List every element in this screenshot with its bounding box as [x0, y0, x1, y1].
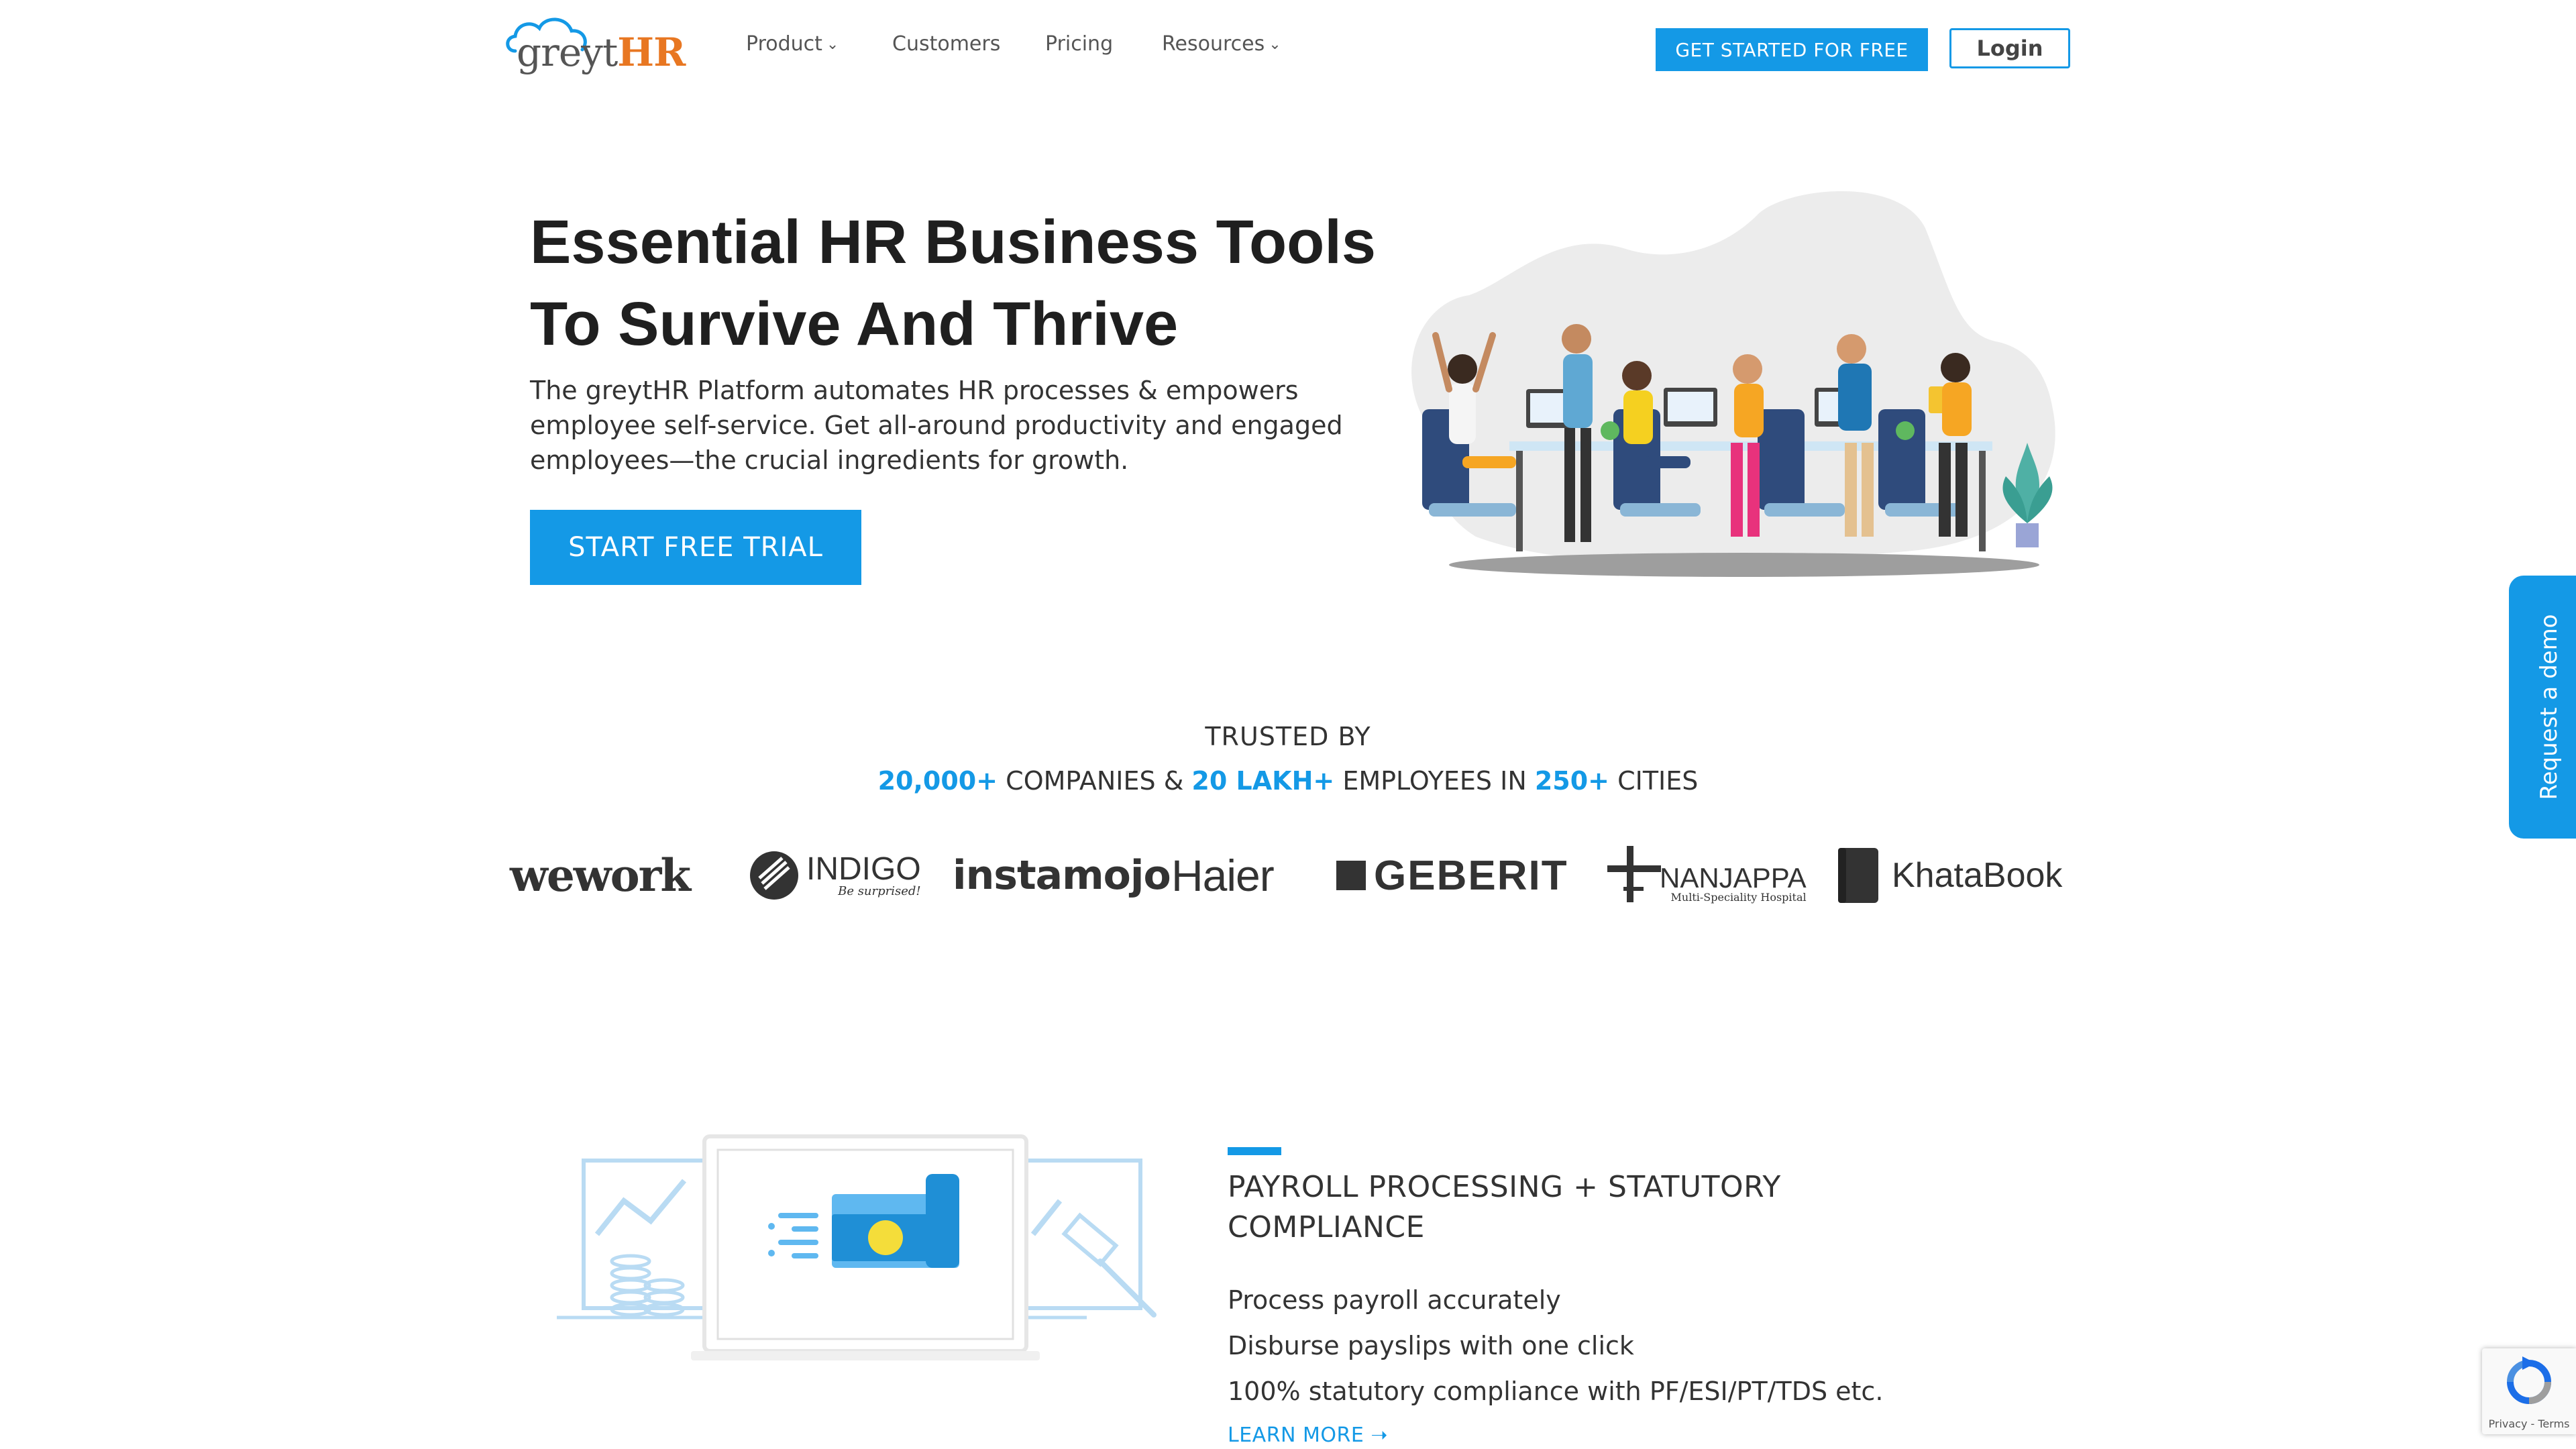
square-icon [1336, 861, 1366, 890]
hero-description: The greytHR Platform automates HR proces… [530, 376, 1343, 475]
greythr-logo[interactable]: greytHR [502, 11, 686, 80]
nav-label: Product [746, 32, 822, 56]
book-icon [1838, 848, 1878, 903]
companies-label: COMPANIES & [998, 766, 1192, 796]
feature-list-item: Disburse payslips with one click [1228, 1331, 1634, 1360]
nav-label: Customers [892, 32, 1001, 56]
learn-more-link[interactable]: LEARN MORE ➝ [1228, 1424, 1388, 1447]
indigo-logo-subtext: Be surprised! [838, 884, 921, 898]
khatabook-logo: KhataBook [1835, 832, 2062, 919]
trusted-stats: 20,000+ COMPANIES & 20 LAKH+ EMPLOYEES I… [0, 766, 2576, 796]
request-demo-tab[interactable]: Request a demo [2509, 576, 2576, 839]
indigo-emblem-icon [750, 851, 798, 900]
recaptcha-badge[interactable]: Privacy - Terms [2482, 1348, 2576, 1434]
companies-count: 20,000+ [877, 766, 998, 796]
logo-text-hr: HR [617, 30, 686, 75]
recaptcha-footer: Privacy - Terms [2488, 1417, 2570, 1430]
instamojo-logo: instamojo [953, 832, 1171, 919]
start-free-trial-button[interactable]: START FREE TRIAL [530, 510, 861, 585]
indigo-logo: INDIGO Be surprised! [749, 832, 921, 919]
feature-title: PAYROLL PROCESSING + STATUTORY COMPLIANC… [1228, 1170, 1781, 1244]
logo-wordmark: greytHR [517, 30, 686, 75]
feature-accent-bar [1228, 1147, 1281, 1155]
hospital-cross-icon [1607, 846, 1661, 902]
feature-list: Process payroll accurately Disburse pays… [1228, 1277, 1966, 1414]
feature-list-item: 100% statutory compliance with PF/ESI/PT… [1228, 1377, 1884, 1406]
nav-label: Pricing [1045, 32, 1114, 56]
nav-item-pricing[interactable]: Pricing [1045, 32, 1113, 56]
recaptcha-icon [2507, 1356, 2551, 1404]
hero-title: Essential HR Business Tools To Survive A… [530, 201, 1402, 365]
geberit-logo-text: GEBERIT [1374, 852, 1568, 899]
cities-count: 250+ [1534, 766, 1610, 796]
team-meeting-illustration [1411, 191, 2055, 577]
haier-logo-text: Haier [1171, 851, 1275, 900]
wework-logo-text: wework [510, 849, 691, 902]
employees-count: 20 LAKH+ [1191, 766, 1335, 796]
nav-label: Resources [1162, 32, 1265, 56]
nav-item-product[interactable]: Product ⌄ [746, 32, 839, 56]
haier-logo: Haier [1171, 832, 1275, 919]
nanjappa-logo: NANJAPPA Multi-Speciality Hospital [1603, 832, 1807, 919]
get-started-button[interactable]: GET STARTED FOR FREE [1656, 28, 1928, 71]
nanjappa-wordmark: NANJAPPA Multi-Speciality Hospital [1660, 848, 1807, 903]
indigo-wordmark: INDIGO Be surprised! [806, 853, 921, 898]
employees-label: EMPLOYEES IN [1334, 766, 1535, 796]
page: greytHR Product ⌄ Customers Pricing Resou… [0, 0, 2576, 1449]
trusted-heading: TRUSTED BY [1205, 722, 1371, 751]
hero-title-line2: To Survive And Thrive [530, 290, 1179, 358]
login-button[interactable]: Login [1949, 28, 2070, 68]
wework-logo: wework [510, 832, 691, 919]
instamojo-logo-text: instamojo [953, 852, 1171, 899]
client-logos: wework INDIGO Be surprised! instamojo Ha… [510, 832, 2080, 919]
geberit-logo: GEBERIT [1336, 832, 1568, 919]
chevron-down-icon: ⌄ [826, 36, 839, 53]
khatabook-logo-text: KhataBook [1892, 856, 2063, 895]
logo-text-greyt: greyt [517, 30, 618, 75]
indigo-logo-text: INDIGO [806, 851, 921, 887]
nanjappa-logo-subtext: Multi-Speciality Hospital [1670, 891, 1807, 904]
payroll-illustration [557, 1134, 1157, 1360]
cities-label: CITIES [1609, 766, 1699, 796]
nanjappa-logo-text: NANJAPPA [1660, 862, 1807, 894]
nav-item-customers[interactable]: Customers [892, 32, 1000, 56]
hero-title-line1: Essential HR Business Tools [530, 208, 1377, 276]
nav-item-resources[interactable]: Resources ⌄ [1162, 32, 1281, 56]
chevron-down-icon: ⌄ [1269, 36, 1281, 53]
feature-list-item: Process payroll accurately [1228, 1285, 1561, 1315]
